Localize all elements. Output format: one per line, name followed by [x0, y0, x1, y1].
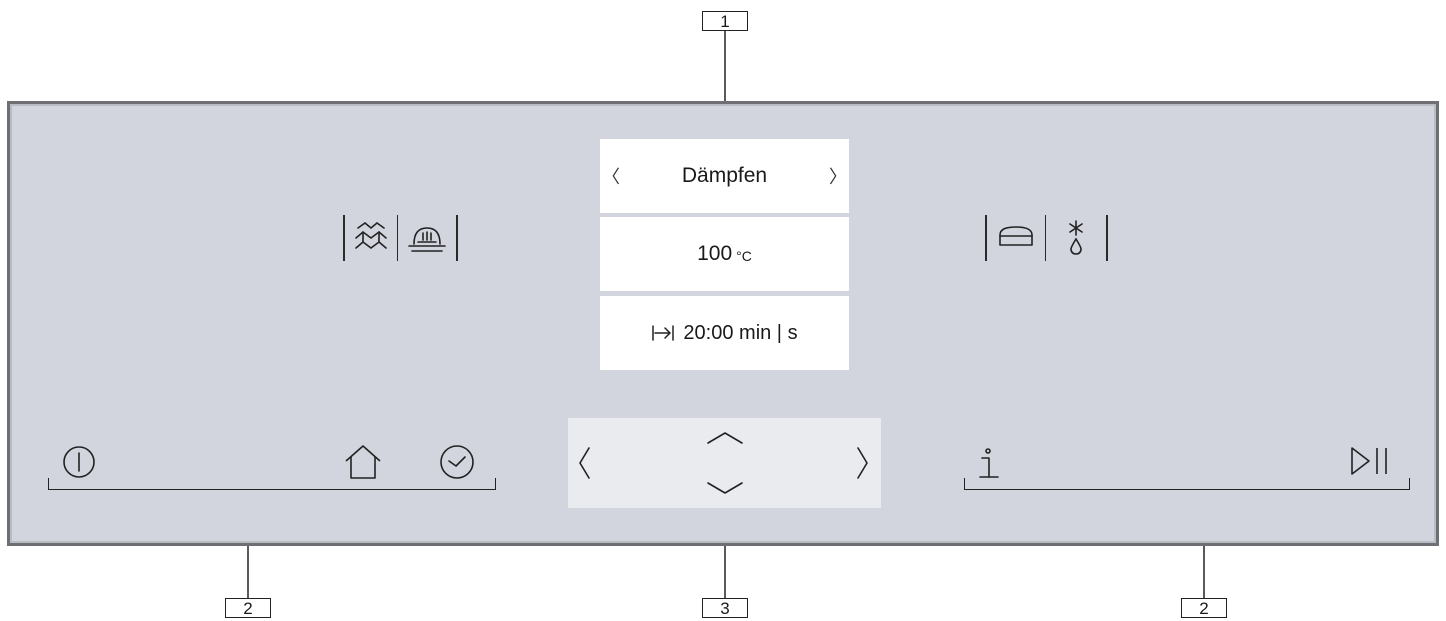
callout-3: 3 [702, 598, 748, 618]
temperature-value: 100 [697, 242, 733, 265]
steam-cooking-icon[interactable] [398, 218, 456, 258]
steam-waves-icon[interactable] [345, 218, 397, 258]
program-next-icon[interactable]: 〉 [829, 163, 847, 189]
separator [456, 215, 458, 261]
bracket-left-controls [48, 478, 496, 490]
duration-icon [651, 323, 675, 343]
power-icon[interactable] [62, 445, 96, 479]
control-panel: 〈 Dämpfen 〉 100 °C 20:00 min | s [7, 101, 1439, 546]
mode-group-right [985, 211, 1108, 265]
play-pause-icon[interactable] [1349, 445, 1391, 477]
nav-right-icon[interactable] [855, 446, 871, 480]
nav-up-icon[interactable] [706, 430, 744, 446]
display: 〈 Dämpfen 〉 100 °C 20:00 min | s [600, 139, 849, 373]
mode-group-left [343, 211, 458, 265]
home-icon[interactable] [343, 443, 383, 481]
nav-left-icon[interactable] [576, 446, 592, 480]
duration-row[interactable]: 20:00 min | s [600, 296, 849, 370]
temperature-row[interactable]: 100 °C [600, 217, 849, 291]
program-prev-icon[interactable]: 〈 [602, 163, 620, 189]
program-name: Dämpfen [681, 164, 768, 187]
separator [1106, 215, 1108, 261]
duration-value: 20:00 min | s [683, 321, 798, 344]
program-row[interactable]: 〈 Dämpfen 〉 [600, 139, 849, 213]
container-icon[interactable] [987, 223, 1045, 253]
callout-2-left: 2 [225, 598, 271, 618]
drip-defrost-icon[interactable] [1046, 219, 1106, 257]
callout-2-right: 2 [1181, 598, 1227, 618]
navigation-pad [568, 418, 881, 508]
info-icon[interactable] [976, 447, 1002, 481]
nav-down-icon[interactable] [706, 480, 744, 496]
bracket-right-controls [964, 478, 1410, 490]
temperature-unit: °C [736, 247, 752, 264]
timer-icon[interactable] [439, 444, 475, 480]
callout-1: 1 [702, 11, 748, 31]
